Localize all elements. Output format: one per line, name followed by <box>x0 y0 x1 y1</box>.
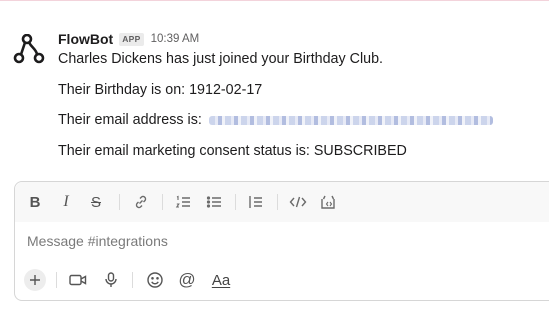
flowbot-avatar-icon[interactable] <box>12 33 48 64</box>
consent-line: Their email marketing consent status is:… <box>58 143 407 159</box>
bold-icon[interactable]: B <box>27 192 43 212</box>
message-input[interactable]: Message #integrations <box>27 233 168 249</box>
message-line: Charles Dickens has just joined your Bir… <box>58 51 384 67</box>
message-composer: B I S Message #integrations @ Aa <box>14 181 549 301</box>
microphone-icon[interactable] <box>101 268 121 292</box>
code-block-icon[interactable] <box>317 192 339 212</box>
email-label: Their email address is: <box>58 112 202 128</box>
top-divider <box>0 0 549 1</box>
video-icon[interactable] <box>67 268 89 292</box>
emoji-icon[interactable] <box>144 268 166 292</box>
composer-actions: @ Aa <box>15 266 549 296</box>
formatting-toolbar: B I S <box>15 182 549 222</box>
timestamp[interactable]: 10:39 AM <box>151 33 200 45</box>
email-line: Their email address is: <box>58 111 493 130</box>
ordered-list-icon[interactable] <box>172 192 194 212</box>
app-badge: APP <box>119 32 144 46</box>
formatting-icon[interactable]: Aa <box>208 268 234 292</box>
strikethrough-icon[interactable]: S <box>87 192 105 212</box>
toolbar-divider <box>56 272 57 288</box>
redacted-email <box>208 116 493 125</box>
toolbar-divider <box>132 272 133 288</box>
toolbar-divider <box>277 194 278 210</box>
link-icon[interactable] <box>131 192 151 212</box>
mention-icon[interactable]: @ <box>176 268 198 292</box>
bullet-list-icon[interactable] <box>203 192 225 212</box>
plus-icon[interactable] <box>24 269 46 291</box>
toolbar-divider <box>119 194 120 210</box>
toolbar-divider <box>235 194 236 210</box>
italic-icon[interactable]: I <box>58 192 74 212</box>
toolbar-divider <box>162 194 163 210</box>
sender-name[interactable]: FlowBot <box>58 31 113 47</box>
code-icon[interactable] <box>287 192 309 212</box>
message-body: FlowBot APP 10:39 AM Charles Dickens has… <box>58 30 538 159</box>
blockquote-icon[interactable] <box>245 192 267 212</box>
message-header: FlowBot APP 10:39 AM <box>58 30 538 48</box>
birthday-line: Their Birthday is on: 1912-02-17 <box>58 82 263 98</box>
